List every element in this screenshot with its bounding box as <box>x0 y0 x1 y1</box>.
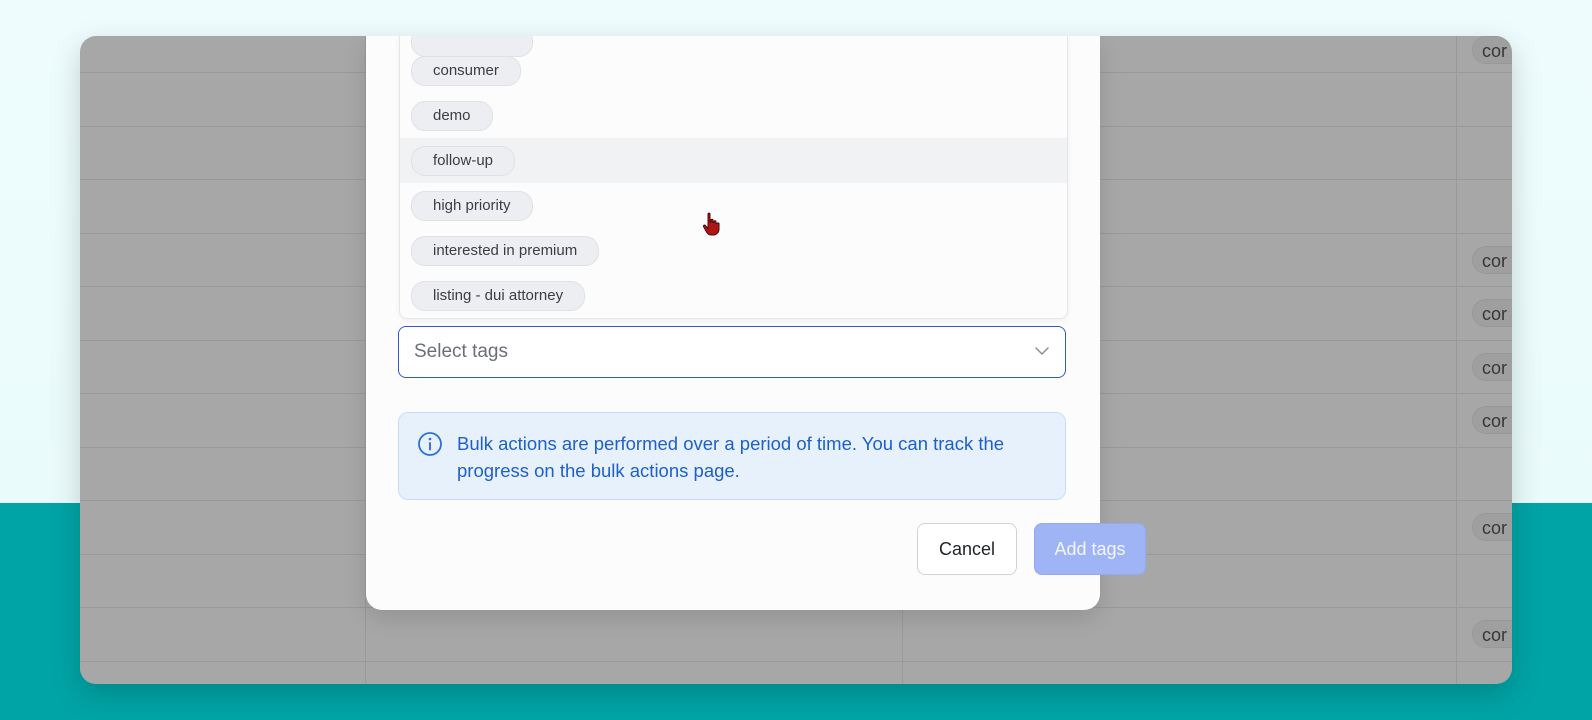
tag-chip: high priority <box>411 191 533 221</box>
tag-chip: consumer <box>411 56 521 86</box>
tag-chip: demo <box>411 101 493 131</box>
add-tags-button[interactable]: Add tags <box>1034 523 1146 575</box>
tag-option-high-priority[interactable]: high priority <box>400 183 1067 228</box>
tag-chip: follow-up <box>411 146 516 176</box>
tag-option-interested-in-premium[interactable]: interested in premium <box>400 228 1067 273</box>
chevron-down-icon <box>1035 347 1049 355</box>
tags-dropdown-list[interactable]: consumer demo follow-up high priority in… <box>399 36 1068 319</box>
tag-option-listing-dui-attorney[interactable]: listing - dui attorney <box>400 273 1067 318</box>
tags-select[interactable]: Select tags <box>398 326 1066 378</box>
cancel-button[interactable]: Cancel <box>917 523 1017 575</box>
select-placeholder: Select tags <box>414 341 508 362</box>
add-tags-dialog: consumer demo follow-up high priority in… <box>366 36 1146 610</box>
app-window: cor cor cor cor cor cor cor consumer dem… <box>80 36 1512 684</box>
tag-option-consumer[interactable]: consumer <box>400 48 1067 93</box>
info-message: Bulk actions are performed over a period… <box>457 433 1005 481</box>
tag-option-follow-up[interactable]: follow-up <box>400 138 1067 183</box>
hand-pointer-cursor-icon <box>702 212 720 236</box>
tag-chip: listing - dui attorney <box>411 281 586 311</box>
tag-chip: interested in premium <box>411 236 600 266</box>
info-alert: Bulk actions are performed over a period… <box>398 412 1066 500</box>
info-icon <box>418 432 442 456</box>
tag-option-demo[interactable]: demo <box>400 93 1067 138</box>
